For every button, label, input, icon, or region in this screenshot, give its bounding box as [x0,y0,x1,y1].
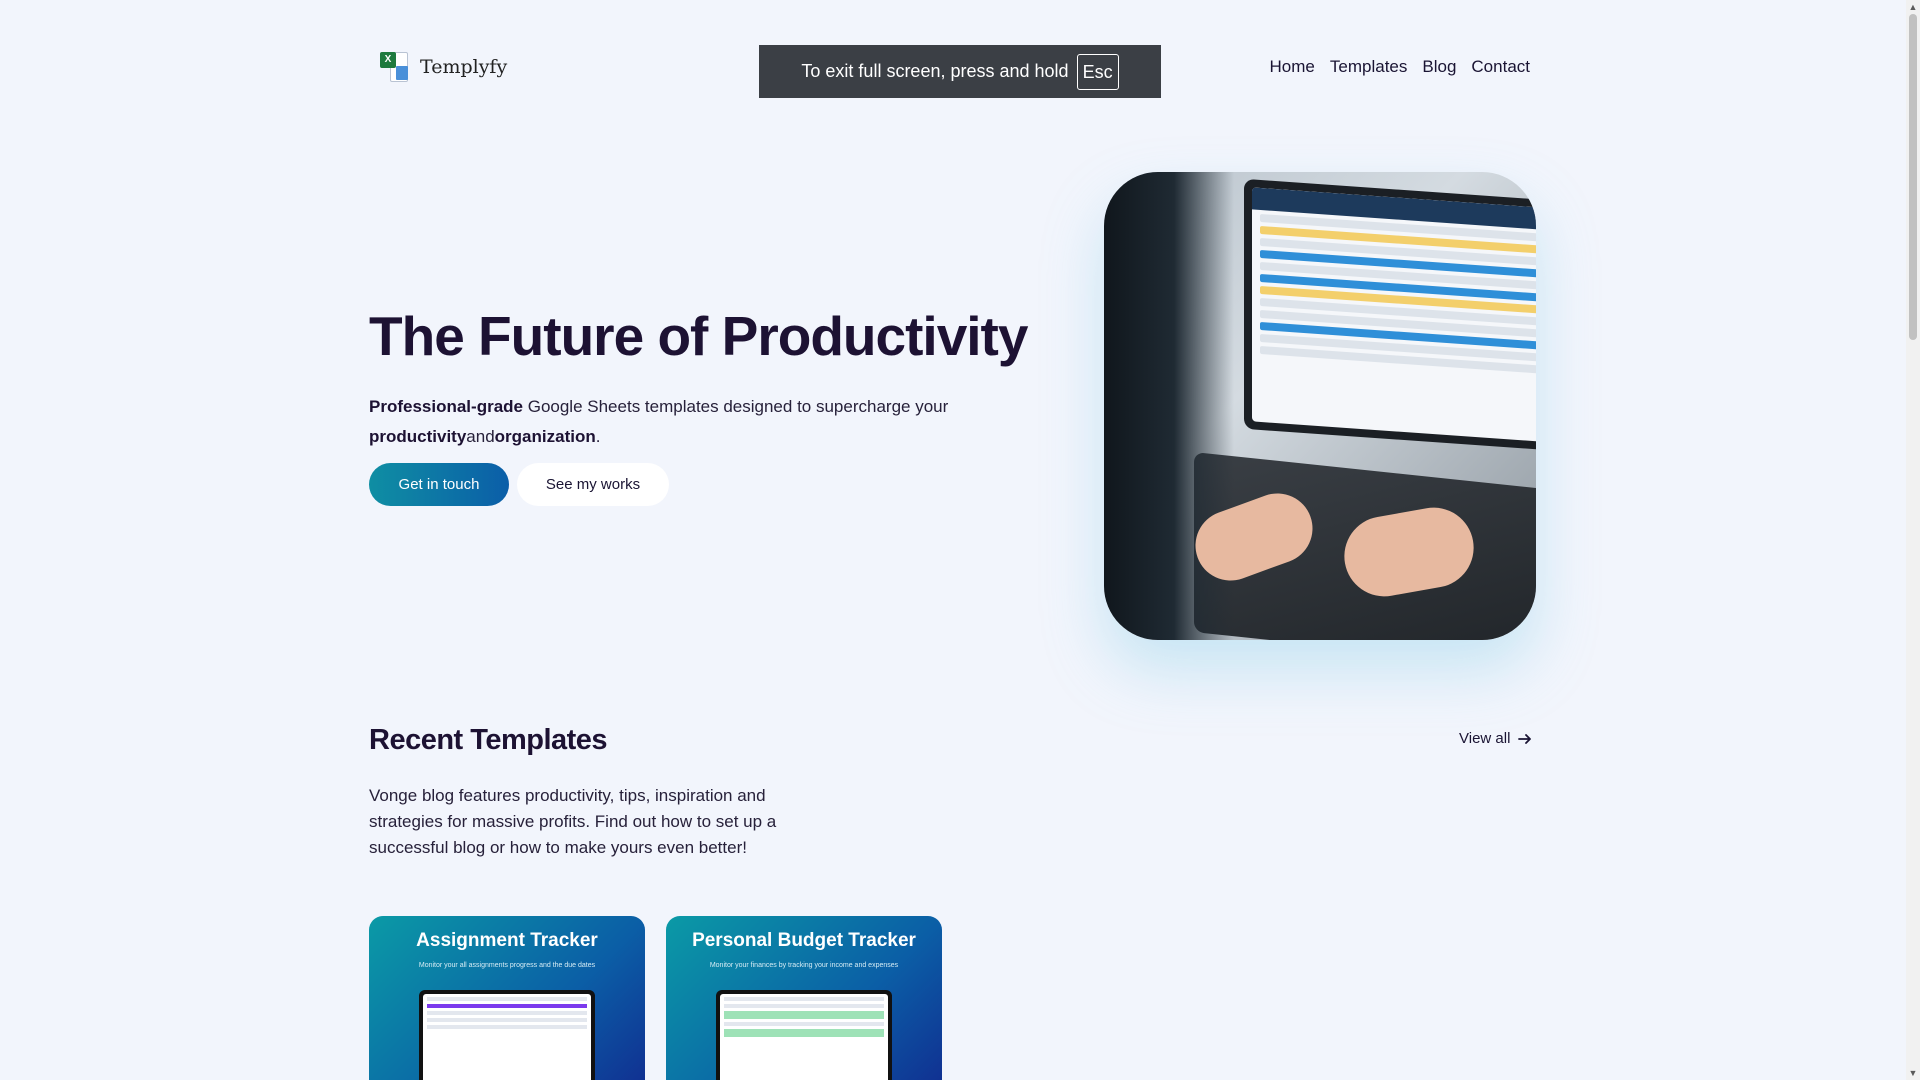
nav-blog[interactable]: Blog [1422,57,1456,77]
card-subtitle: Monitor your all assignments progress an… [418,962,596,969]
scroll-down-icon[interactable]: ▼ [1906,1066,1920,1080]
esc-key-badge: Esc [1076,53,1119,90]
fullscreen-notice-text: To exit full screen, press and hold [801,61,1069,81]
hero-sub-text-3: . [595,427,601,446]
template-card-personal-budget-tracker[interactable]: Personal Budget Tracker Monitor your fin… [666,916,942,1080]
spreadsheet-logo-icon: X [378,48,414,86]
card-preview-image [419,990,595,1080]
nav-templates[interactable]: Templates [1330,57,1407,77]
get-in-touch-button[interactable]: Get in touch [369,463,509,506]
card-subtitle: Monitor your finances by tracking your i… [709,962,899,969]
scroll-up-icon[interactable]: ▲ [1906,0,1920,14]
recent-templates-title: Recent Templates [369,724,608,756]
recent-templates-description: Vonge blog features productivity, tips, … [369,786,777,857]
card-title: Personal Budget Tracker [692,930,916,951]
hero-subtitle: Professional-grade Google Sheets templat… [369,392,1009,452]
nav-contact[interactable]: Contact [1471,57,1530,77]
nav-home[interactable]: Home [1270,57,1315,77]
page-scrollbar[interactable]: ▲ ▼ [1906,0,1920,1080]
hero-sub-text-1: Google Sheets templates designed to supe… [523,397,949,416]
logo[interactable]: X Templyfy [378,48,507,86]
arrow-right-icon [1518,733,1532,744]
page: X Templyfy To exit full screen, press an… [0,0,1906,1080]
view-all-link[interactable]: View all [1459,730,1532,747]
scrollbar-thumb[interactable] [1909,14,1917,340]
main-nav: Home Templates Blog Contact [1270,57,1530,77]
logo-text: Templyfy [420,56,508,78]
hero-title: The Future of Productivity [369,305,1028,367]
hero-sub-text-2: and [466,427,495,446]
view-all-label: View all [1459,730,1511,747]
fullscreen-exit-notice: To exit full screen, press and hold Esc [759,45,1161,98]
hero-sub-bold-2: productivity [369,427,467,446]
card-preview-image [716,990,892,1080]
person-typing-on-laptop-photo [1104,172,1536,640]
see-my-works-button[interactable]: See my works [517,463,669,506]
card-title: Assignment Tracker [416,930,598,951]
hero-sub-bold-3: organization [494,427,596,446]
hero-sub-bold-1: Professional-grade [369,397,523,416]
template-card-assignment-tracker[interactable]: Assignment Tracker Monitor your all assi… [369,916,645,1080]
